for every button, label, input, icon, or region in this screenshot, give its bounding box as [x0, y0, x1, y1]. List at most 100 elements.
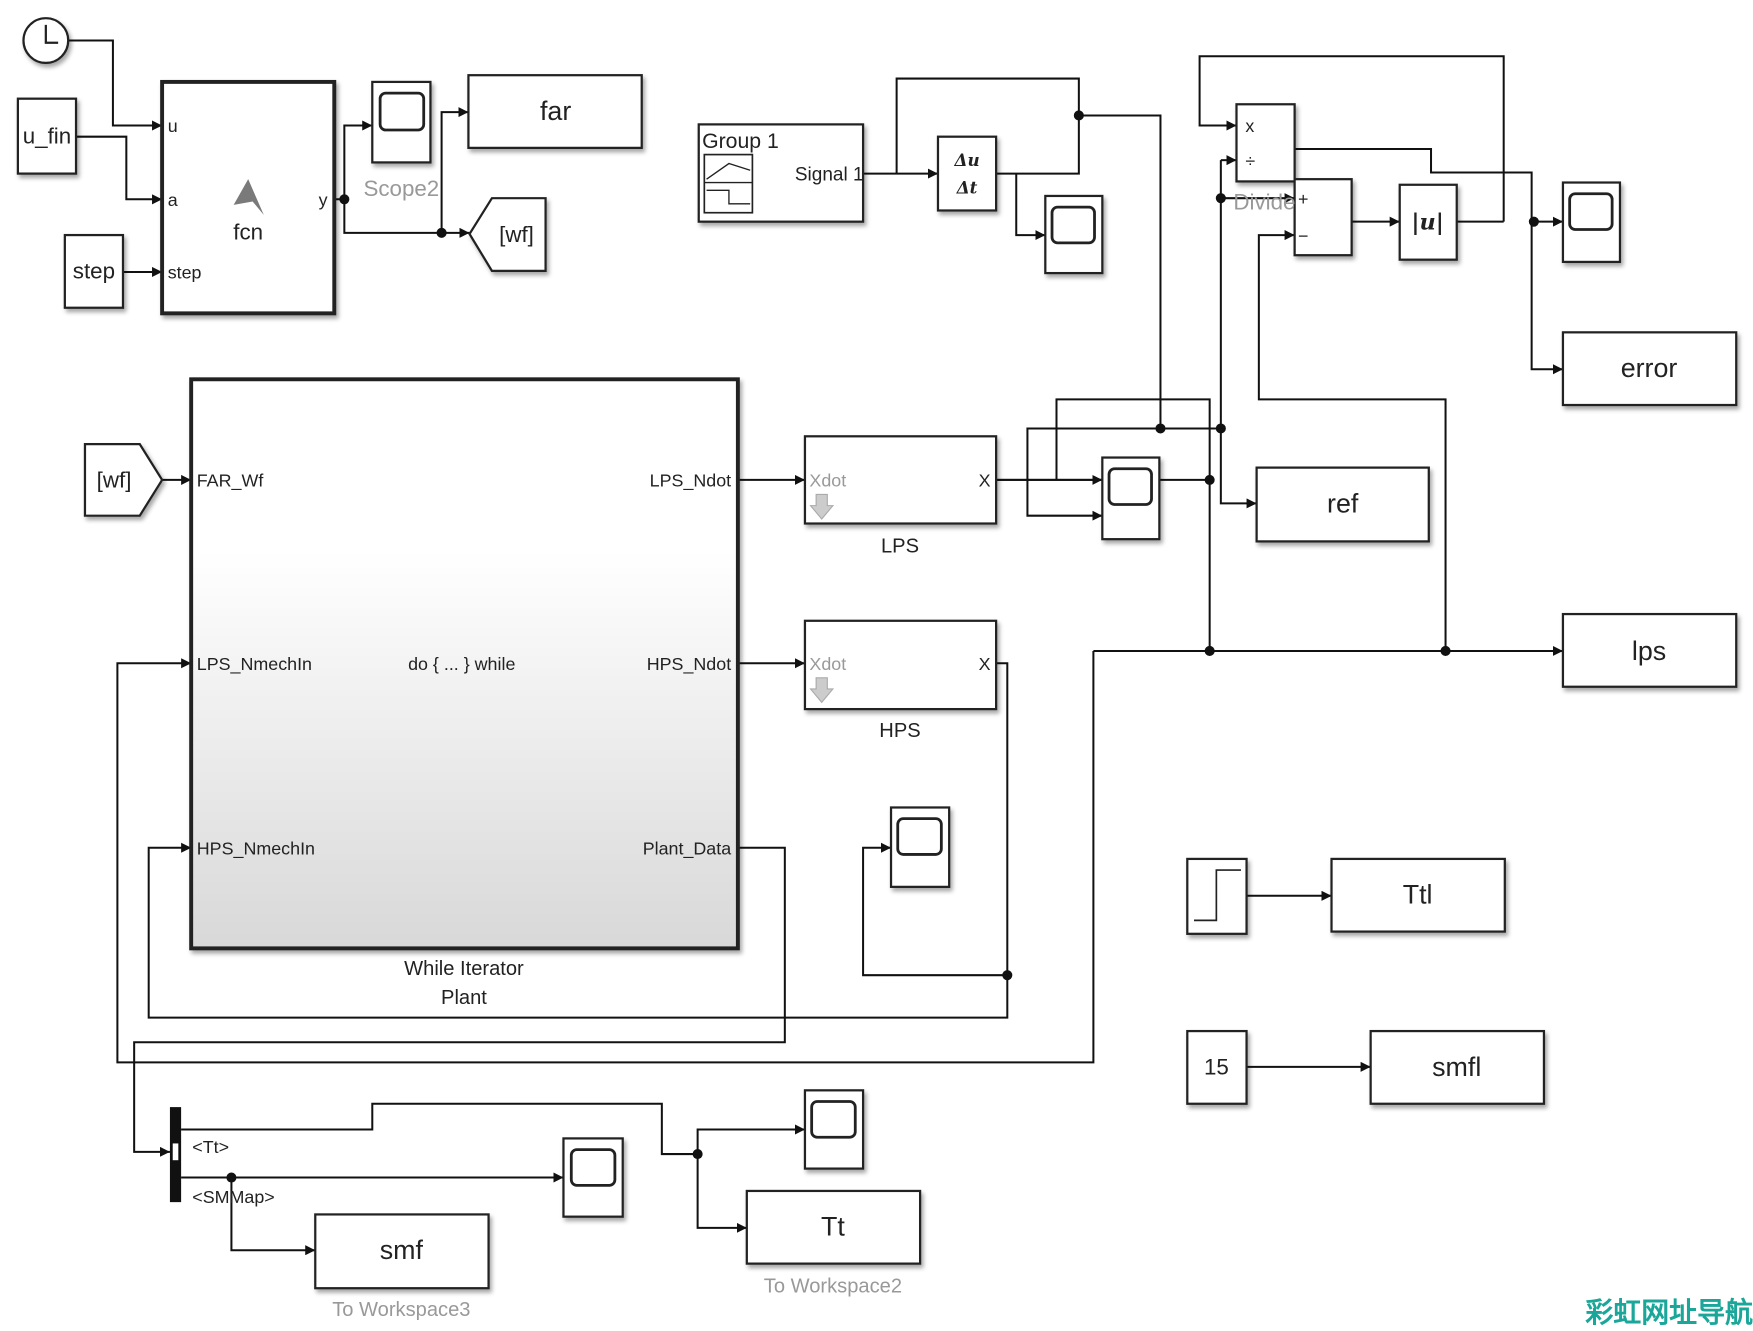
lps-workspace-block[interactable]: lps	[1561, 612, 1738, 688]
signal-line[interactable]	[696, 1154, 747, 1233]
simulink-diagram: u_fin step u a step y fcn Scope2 far [wf…	[16, 17, 1753, 1328]
signal-line[interactable]	[1257, 230, 1447, 651]
port-label: LPS_NmechIn	[197, 654, 312, 675]
signal-line[interactable]	[76, 135, 163, 205]
hps-integrator-block[interactable]: Xdot X	[803, 619, 998, 711]
port-label: FAR_Wf	[197, 471, 264, 492]
step-source-block[interactable]: step	[63, 233, 125, 309]
signal-line[interactable]	[68, 39, 163, 131]
port-label: y	[319, 190, 328, 210]
signal-builder-block[interactable]: Group 1 Signal 1	[697, 123, 865, 223]
block-label: [wf]	[499, 222, 534, 247]
port-label: X	[979, 654, 991, 674]
smmap-scope-block[interactable]	[562, 1137, 624, 1218]
bus-signal-label: <Tt>	[192, 1137, 229, 1157]
branch-point	[436, 227, 447, 238]
derivative-denominator: Δt	[956, 178, 978, 198]
port-label: HPS_Ndot	[647, 654, 731, 675]
port-label: −	[1298, 226, 1308, 246]
block-label: fcn	[233, 220, 263, 245]
branch-point	[1215, 193, 1226, 204]
branch-point	[1155, 423, 1166, 434]
ttl-workspace-block[interactable]: Ttl	[1330, 857, 1506, 933]
branch-point	[692, 1149, 703, 1160]
block-name: Scope2	[363, 176, 439, 201]
constant-block[interactable]: 15	[1186, 1029, 1248, 1105]
bus-signal-label: <SMMap>	[192, 1187, 274, 1207]
clock-block[interactable]	[22, 17, 70, 65]
block-name: To Workspace3	[332, 1299, 470, 1321]
block-label: 15	[1204, 1055, 1229, 1080]
port-label: +	[1298, 189, 1308, 209]
port-label: step	[168, 263, 202, 283]
branch-point	[1002, 970, 1013, 981]
port-label: x	[1245, 116, 1254, 136]
block-label: Tt	[821, 1212, 845, 1242]
divide-block-name: Divide	[1233, 189, 1295, 214]
block-label: ref	[1327, 488, 1359, 518]
fcn-block[interactable]: u a step y fcn	[160, 79, 337, 316]
port-label: u	[168, 116, 178, 136]
block-label: Ttl	[1403, 880, 1433, 910]
block-label: smf	[380, 1235, 424, 1265]
branch-point	[226, 1172, 237, 1183]
derivative-scope-block[interactable]	[1044, 194, 1104, 275]
tt-scope-block[interactable]	[803, 1089, 865, 1170]
smf-workspace-block[interactable]: smf	[314, 1213, 490, 1290]
block-name: Plant	[441, 987, 487, 1009]
signal-line[interactable]	[343, 199, 470, 238]
branch-point	[1215, 423, 1226, 434]
u-fin-block[interactable]: u_fin	[16, 97, 78, 175]
lps-integrator-block[interactable]: Xdot X	[803, 435, 998, 525]
branch-point	[1073, 110, 1084, 121]
divide-block[interactable]: x ÷	[1235, 103, 1296, 183]
port-label: a	[168, 190, 178, 210]
from-wf-block[interactable]: [wf]	[83, 443, 164, 517]
port-label: ÷	[1245, 151, 1255, 171]
port-label: X	[979, 471, 991, 491]
sum-block[interactable]: + −	[1293, 178, 1353, 257]
hps-scope-block[interactable]	[889, 806, 951, 888]
block-name: To Workspace2	[764, 1276, 902, 1298]
error-workspace-block[interactable]: error	[1561, 331, 1738, 407]
block-label: lps	[1632, 636, 1666, 666]
while-iterator-plant-block[interactable]: FAR_Wf LPS_NmechIn HPS_NmechIn LPS_Ndot …	[189, 377, 740, 951]
block-label: [wf]	[97, 468, 132, 493]
signal-line[interactable]	[1015, 173, 1046, 241]
branch-point	[1204, 474, 1215, 485]
block-label: error	[1621, 353, 1678, 383]
tt-workspace-block[interactable]: Tt	[745, 1189, 922, 1265]
port-label: Signal 1	[795, 164, 864, 185]
error-scope-block[interactable]	[1561, 181, 1622, 264]
lps-scope-block[interactable]	[1101, 456, 1161, 541]
block-label: |u|	[1411, 209, 1444, 235]
block-label: u_fin	[23, 123, 71, 148]
ref-workspace-block[interactable]: ref	[1255, 466, 1430, 543]
block-body-text: do { ... } while	[408, 654, 515, 674]
branch-point	[1204, 645, 1215, 656]
scope2-block[interactable]: Scope2	[363, 80, 439, 201]
smfl-workspace-block[interactable]: smfl	[1369, 1029, 1546, 1105]
block-label: far	[540, 96, 571, 126]
port-label: Xdot	[809, 471, 846, 491]
watermark: 彩虹网址导航	[1585, 1296, 1753, 1328]
branch-point	[339, 194, 350, 205]
goto-wf-block[interactable]: [wf]	[468, 197, 547, 272]
port-label: Plant_Data	[643, 838, 731, 859]
block-label: step	[73, 259, 115, 284]
block-name: HPS	[879, 720, 920, 742]
abs-block[interactable]: |u|	[1398, 183, 1458, 261]
block-label: smfl	[1432, 1052, 1481, 1082]
far-workspace-block[interactable]: far	[467, 74, 643, 149]
branch-point	[1440, 645, 1451, 656]
block-name: LPS	[881, 536, 919, 558]
group-label: Group 1	[702, 129, 779, 153]
step-block[interactable]	[1186, 857, 1248, 935]
bus-selector-block[interactable]: <Tt> <SMMap>	[169, 1107, 275, 1207]
signal-line[interactable]	[181, 1102, 805, 1156]
derivative-numerator: Δu	[953, 150, 979, 170]
port-label: Xdot	[809, 654, 846, 674]
branch-point	[1528, 216, 1539, 227]
signal-line[interactable]	[440, 107, 469, 233]
derivative-block[interactable]: Δu Δt	[936, 135, 998, 212]
